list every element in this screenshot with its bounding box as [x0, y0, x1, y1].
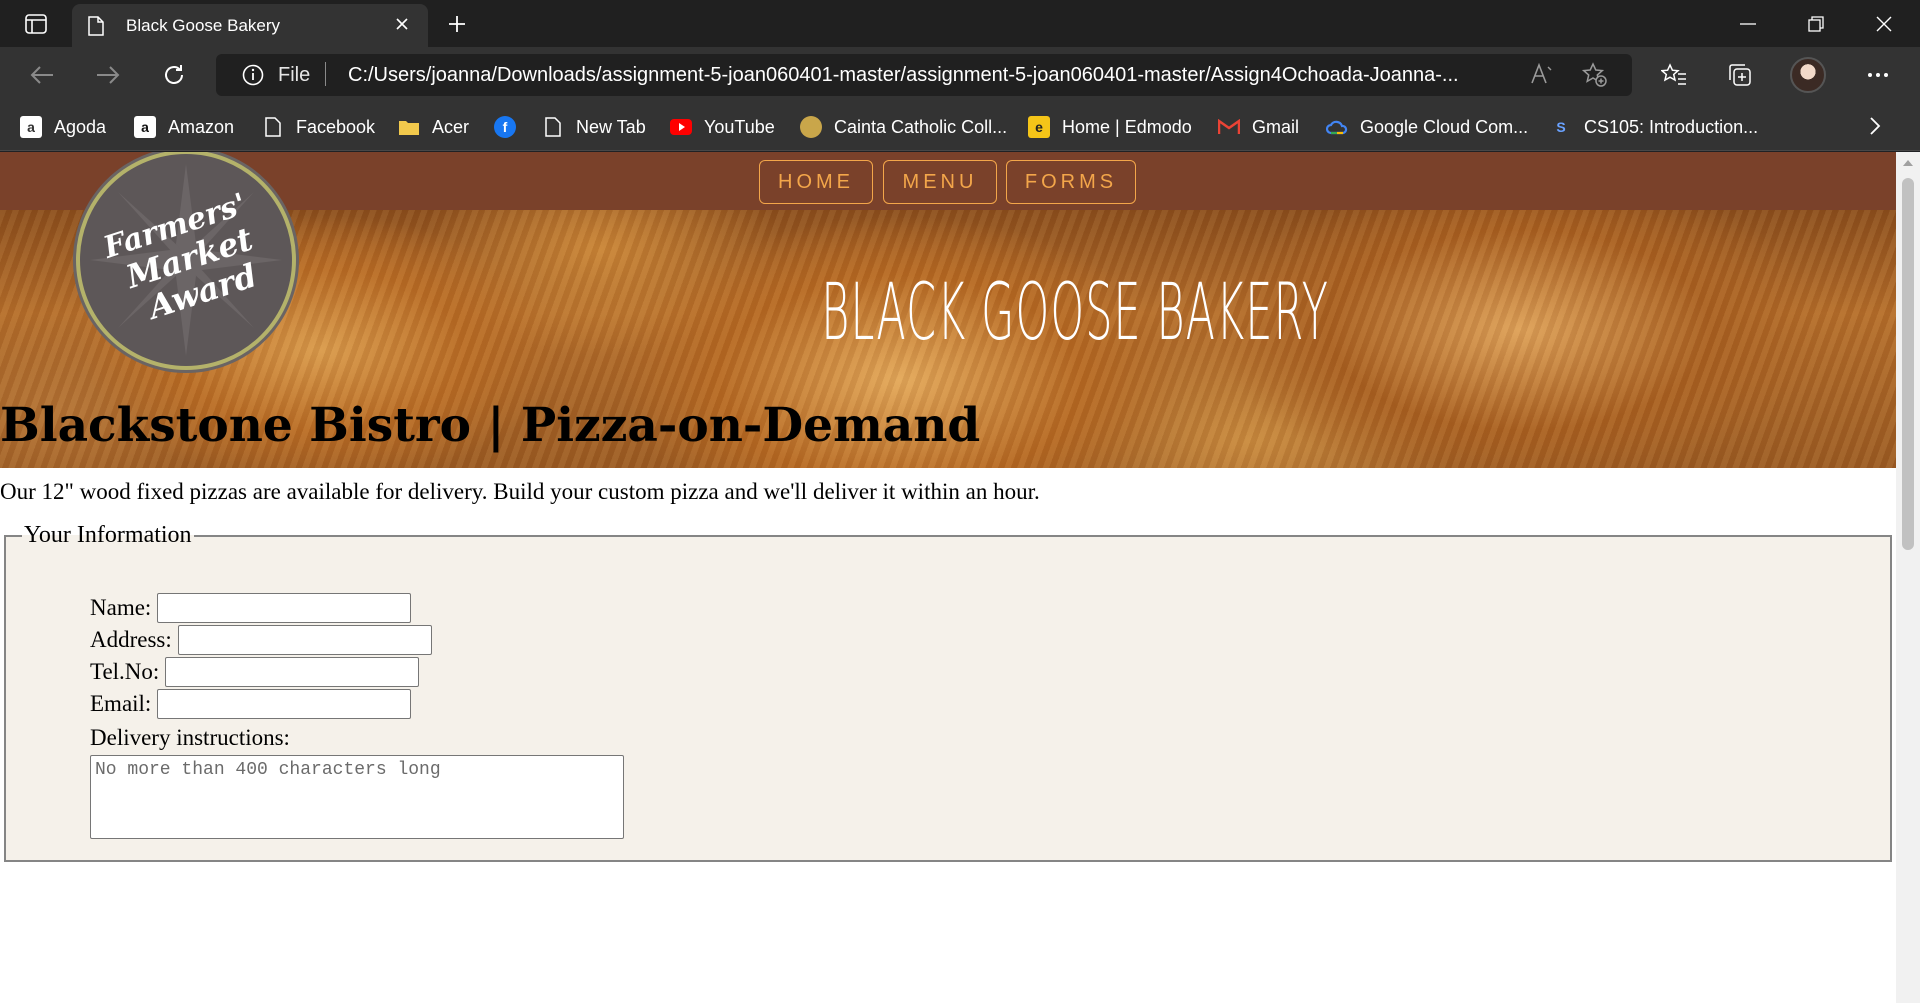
minimize-button[interactable] [1714, 0, 1782, 47]
scroll-up-arrow-icon[interactable] [1903, 160, 1913, 166]
read-aloud-icon[interactable] [1530, 62, 1554, 90]
name-label: Name: [90, 595, 152, 620]
bookmark-label: Amazon [168, 116, 235, 137]
url-text[interactable]: C:/Users/joanna/Downloads/assignment-5-j… [348, 64, 1508, 87]
bakery-logo-title: BLACK GOOSE BAKERY [821, 268, 1328, 358]
bookmark-label: Cainta Catholic Coll... [834, 116, 1008, 137]
scheme-label: File [278, 64, 311, 86]
scrollbar-thumb[interactable] [1902, 178, 1914, 550]
bookmarks-bar: a Agoda a Amazon Facebook Acer f New Tab… [0, 103, 1920, 151]
add-favorite-icon[interactable] [1581, 62, 1608, 93]
address-label: Address: [90, 627, 172, 652]
edmodo-icon: e [1028, 116, 1050, 138]
back-button[interactable] [22, 57, 62, 93]
page-scrollbar[interactable] [1896, 152, 1920, 1003]
delivery-instructions-label: Delivery instructions: [90, 725, 290, 750]
school-icon [800, 116, 822, 138]
address-bar-row: File C:/Users/joanna/Downloads/assignmen… [0, 47, 1920, 103]
bookmark-label: New Tab [576, 116, 646, 137]
tel-label: Tel.No: [90, 659, 160, 684]
fieldset-legend: Your Information [24, 522, 192, 548]
folder-icon [398, 116, 420, 138]
bookmark-label: Gmail [1252, 116, 1300, 137]
agoda-icon: a [20, 116, 42, 138]
bookmark-label: Agoda [54, 116, 107, 137]
bookmark-amazon[interactable]: a Amazon [134, 115, 234, 139]
profile-avatar[interactable] [1790, 57, 1826, 93]
email-row: Email: [90, 689, 412, 719]
bookmark-youtube[interactable]: YouTube [670, 115, 775, 139]
bookmark-google-cloud[interactable]: Google Cloud Com... [1326, 115, 1528, 139]
bookmark-label: Acer [432, 116, 470, 137]
address-row: Address: [90, 625, 432, 655]
bookmark-acer[interactable]: Acer [398, 115, 469, 139]
email-label: Email: [90, 691, 152, 716]
restore-button[interactable] [1782, 0, 1850, 47]
bookmark-cs105[interactable]: S CS105: Introduction... [1550, 115, 1758, 139]
bookmark-label: CS105: Introduction... [1584, 116, 1759, 137]
page-icon [262, 116, 284, 138]
page-icon [542, 116, 564, 138]
bookmark-gmail[interactable]: Gmail [1218, 115, 1299, 139]
tab-title: Black Goose Bakery [126, 16, 281, 35]
bookmark-label: Google Cloud Com... [1360, 116, 1529, 137]
farmers-market-award-badge: Farmers' Market Award [76, 152, 296, 370]
address-input[interactable] [177, 625, 432, 655]
active-tab[interactable]: Black Goose Bakery [72, 4, 428, 47]
forward-button[interactable] [88, 57, 128, 93]
new-tab-button[interactable] [440, 8, 474, 40]
tab-actions-icon[interactable] [14, 9, 58, 39]
bookmark-label: YouTube [704, 116, 775, 137]
bookmark-label: Facebook [296, 116, 376, 137]
facebook-icon: f [494, 116, 516, 138]
email-input[interactable] [157, 689, 412, 719]
bookmark-edmodo[interactable]: e Home | Edmodo [1028, 115, 1192, 139]
course-icon: S [1556, 119, 1566, 135]
nav-forms-link[interactable]: FORMS [1006, 160, 1136, 204]
bookmark-agoda[interactable]: a Agoda [20, 115, 106, 139]
gmail-icon [1218, 116, 1240, 138]
bookmark-new-tab[interactable]: New Tab [542, 115, 646, 139]
name-input[interactable] [157, 593, 412, 623]
url-separator [325, 62, 326, 86]
refresh-button[interactable] [154, 57, 194, 93]
page-viewport: HOME MENU FORMS BLACK GOOSE BAKERY Farme… [0, 152, 1896, 1003]
chevron-right-icon[interactable] [1868, 115, 1882, 142]
nav-menu-link[interactable]: MENU [883, 160, 997, 204]
google-cloud-icon [1326, 116, 1348, 138]
tab-strip: Black Goose Bakery [0, 0, 1920, 47]
bookmark-cainta[interactable]: Cainta Catholic Coll... [800, 115, 1007, 139]
delivery-instructions-textarea[interactable] [90, 755, 624, 839]
tel-row: Tel.No: [90, 657, 420, 687]
more-menu-icon[interactable] [1858, 57, 1898, 93]
bookmark-facebook-icon[interactable]: f [494, 115, 528, 139]
bookmark-facebook[interactable]: Facebook [262, 115, 375, 139]
nav-home-link[interactable]: HOME [759, 160, 873, 204]
url-bar[interactable]: File C:/Users/joanna/Downloads/assignmen… [216, 54, 1632, 96]
collections-icon[interactable] [1720, 57, 1760, 93]
page-title: Blackstone Bistro | Pizza-on-Demand [0, 398, 981, 453]
close-window-button[interactable] [1850, 0, 1918, 47]
name-row: Name: [90, 593, 412, 623]
close-tab-icon[interactable] [394, 16, 410, 37]
info-icon[interactable] [242, 64, 264, 91]
youtube-icon [670, 116, 692, 138]
amazon-icon: a [134, 116, 156, 138]
bookmark-label: Home | Edmodo [1062, 116, 1192, 137]
page-icon [88, 16, 104, 41]
intro-paragraph: Our 12" wood fixed pizzas are available … [0, 479, 1040, 504]
your-information-fieldset: Your Information Name: Address: Tel.No: … [4, 522, 1892, 862]
favorites-icon[interactable] [1654, 57, 1694, 93]
tel-input[interactable] [165, 657, 420, 687]
